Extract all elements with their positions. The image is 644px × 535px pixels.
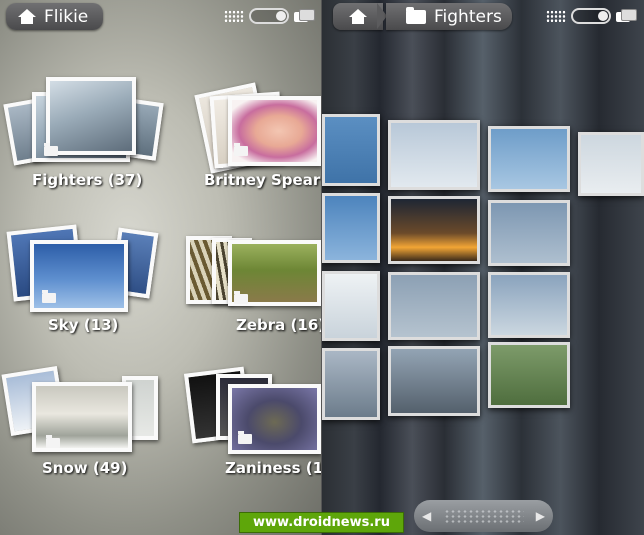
scroll-left-icon[interactable]: ◀ [422, 509, 431, 523]
photo-thumbnail[interactable] [322, 271, 380, 341]
photo-thumbnail[interactable] [388, 120, 480, 190]
album-label: Fighters (37) [32, 171, 143, 189]
photo-thumbnail[interactable] [578, 132, 644, 196]
view-switch[interactable] [249, 8, 289, 24]
breadcrumb-home-flikie[interactable]: Flikie [6, 3, 103, 30]
album-label: Sky (13) [48, 316, 119, 334]
photo-thumbnail[interactable] [488, 126, 570, 192]
grid-view-icon [546, 9, 566, 23]
photo-thumbnail[interactable] [322, 114, 380, 186]
photo-wall-screen [322, 0, 644, 535]
folder-icon [46, 435, 60, 448]
folder-icon [42, 290, 56, 303]
folder-icon [234, 143, 248, 156]
breadcrumb-home[interactable] [333, 3, 383, 30]
photo-thumbnail[interactable] [388, 272, 480, 340]
folder-icon [44, 143, 58, 156]
view-toggle[interactable] [546, 8, 637, 24]
photo-thumbnail[interactable] [322, 348, 380, 420]
switch-knob [276, 11, 286, 21]
page-scroller[interactable]: ◀ ▶ [414, 500, 553, 532]
album-zebra[interactable] [186, 232, 321, 314]
scroll-right-icon[interactable]: ▶ [536, 509, 545, 523]
breadcrumb-label: Flikie [44, 6, 89, 27]
album-cover-photo [46, 77, 136, 155]
folder-icon [238, 431, 252, 444]
view-toggle[interactable] [224, 8, 315, 24]
album-label: Zebra (16) [236, 316, 321, 334]
folder-icon [406, 6, 426, 24]
photo-thumbnail[interactable] [388, 346, 480, 416]
scroll-track[interactable] [443, 509, 524, 523]
photo-thumbnail[interactable] [488, 200, 570, 266]
album-label: Britney Spears [204, 171, 321, 189]
screenshot-root: Fighters (37) Britney Spears Sky (13) Ze… [0, 0, 644, 535]
photo-thumbnail[interactable] [488, 342, 570, 408]
breadcrumb-album-fighters[interactable]: Fighters [386, 3, 512, 30]
stack-view-icon [616, 9, 637, 23]
folder-icon [234, 291, 248, 304]
home-icon [18, 8, 36, 25]
photo-thumbnail[interactable] [488, 272, 570, 338]
album-snow[interactable] [1, 362, 162, 454]
photo-thumbnail[interactable] [322, 193, 380, 263]
album-grid-screen: Fighters (37) Britney Spears Sky (13) Ze… [0, 0, 321, 535]
grid-view-icon [224, 9, 244, 23]
switch-knob [598, 11, 608, 21]
home-icon [349, 8, 367, 25]
view-switch[interactable] [571, 8, 611, 24]
breadcrumb-label: Fighters [434, 6, 502, 27]
album-zaniness[interactable] [183, 364, 321, 454]
photo-thumbnail[interactable] [388, 196, 480, 264]
stack-view-icon [294, 9, 315, 23]
album-sky[interactable] [4, 220, 164, 320]
watermark: www.droidnews.ru [239, 512, 404, 533]
album-label: Zaniness (12 [225, 459, 321, 477]
album-label: Snow (49) [42, 459, 128, 477]
